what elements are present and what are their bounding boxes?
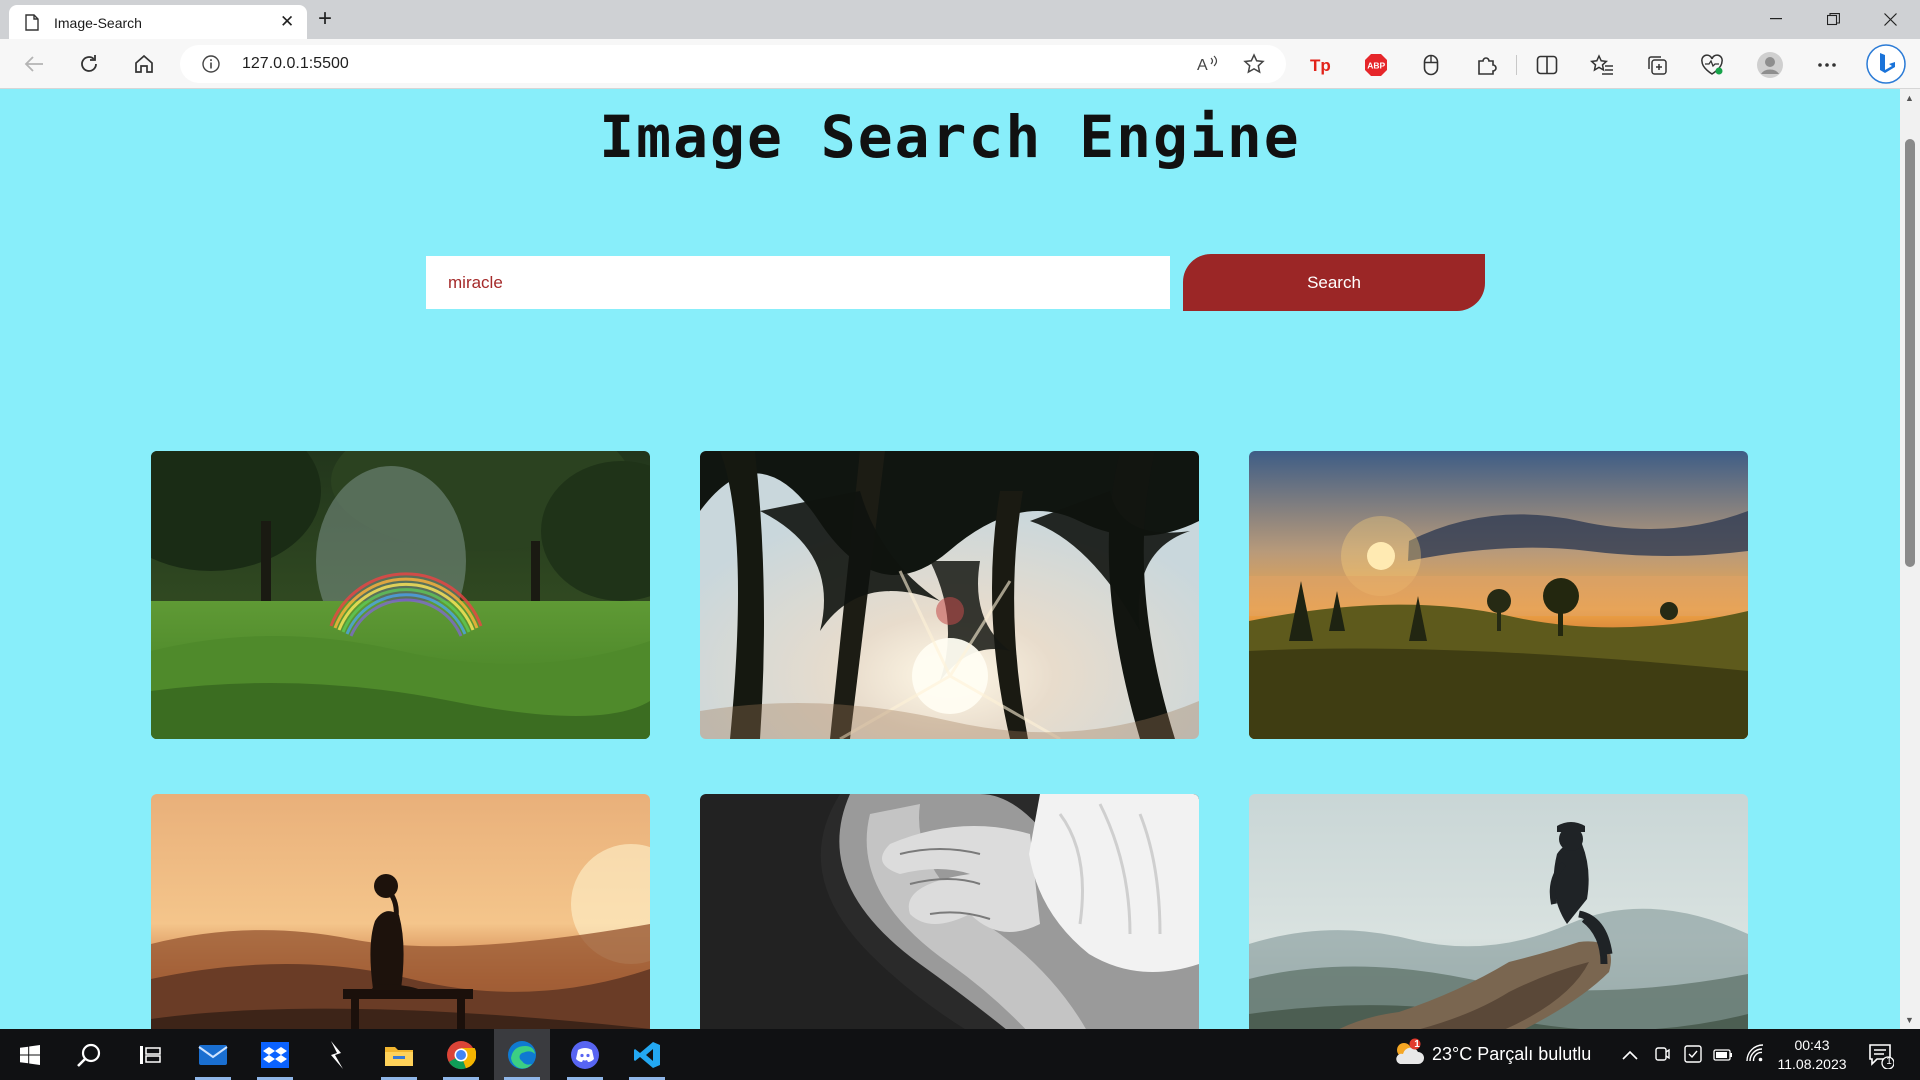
browser-tab[interactable]: Image-Search ✕ xyxy=(9,5,307,39)
search-button[interactable]: Search xyxy=(1183,254,1485,311)
svg-text:A: A xyxy=(1197,57,1208,73)
security-icon[interactable] xyxy=(1684,1045,1702,1068)
dropbox-app-icon[interactable] xyxy=(247,1029,303,1080)
scroll-up-arrow[interactable]: ▲ xyxy=(1905,93,1914,103)
scroll-down-arrow[interactable]: ▼ xyxy=(1905,1015,1914,1025)
search-input[interactable] xyxy=(426,256,1170,309)
result-image[interactable] xyxy=(1249,794,1748,1029)
show-hidden-icons-chevron-icon[interactable] xyxy=(1622,1047,1638,1065)
tab-title: Image-Search xyxy=(54,15,142,31)
home-button[interactable] xyxy=(131,51,157,77)
profile-avatar[interactable] xyxy=(1755,50,1785,80)
svg-text:Tp: Tp xyxy=(1310,56,1331,75)
task-view-icon[interactable] xyxy=(122,1029,178,1080)
start-button[interactable] xyxy=(2,1029,58,1080)
mouse-extension-icon[interactable] xyxy=(1417,51,1445,79)
split-screen-icon[interactable] xyxy=(1533,51,1561,79)
site-info-icon[interactable] xyxy=(202,55,220,78)
close-window-button[interactable] xyxy=(1880,9,1900,29)
file-explorer-icon[interactable] xyxy=(371,1029,427,1080)
refresh-button[interactable] xyxy=(76,51,102,77)
bing-copilot-icon[interactable] xyxy=(1866,44,1906,84)
result-image[interactable] xyxy=(151,794,650,1029)
page-scrollbar[interactable]: ▲ ▼ xyxy=(1900,89,1920,1029)
url-text: 127.0.0.1:5500 xyxy=(242,55,349,72)
discord-app-icon[interactable] xyxy=(557,1029,613,1080)
system-clock[interactable]: 00:43 11.08.2023 xyxy=(1772,1036,1852,1074)
tab-bar: Image-Search ✕ + xyxy=(0,0,1920,39)
page-viewport: Image Search Engine Search xyxy=(0,89,1900,1029)
page-icon xyxy=(25,14,39,36)
restore-button[interactable] xyxy=(1823,9,1843,29)
favorite-star-icon[interactable] xyxy=(1240,50,1268,78)
extensions-icon[interactable] xyxy=(1472,51,1500,79)
address-bar[interactable]: 127.0.0.1:5500 A xyxy=(180,45,1286,83)
minimize-button[interactable] xyxy=(1766,9,1786,29)
mail-app-icon[interactable] xyxy=(185,1029,241,1080)
taskbar-search-icon[interactable] xyxy=(61,1029,117,1080)
result-image[interactable] xyxy=(151,451,650,739)
edge-app-icon[interactable] xyxy=(494,1029,550,1080)
cursor-app-icon[interactable] xyxy=(308,1029,364,1080)
chrome-app-icon[interactable] xyxy=(433,1029,489,1080)
scrollbar-thumb[interactable] xyxy=(1905,139,1915,567)
clock-date: 11.08.2023 xyxy=(1777,1056,1847,1072)
result-image[interactable] xyxy=(700,794,1199,1029)
browser-essentials-icon[interactable] xyxy=(1698,51,1726,79)
weather-text[interactable]: 23°C Parçalı bulutlu xyxy=(1432,1044,1591,1065)
close-tab-icon[interactable]: ✕ xyxy=(280,13,294,30)
collections-icon[interactable] xyxy=(1643,51,1671,79)
weather-badge: 1 xyxy=(1414,1039,1420,1050)
meet-now-icon[interactable] xyxy=(1654,1045,1670,1068)
result-image[interactable] xyxy=(700,451,1199,739)
back-button[interactable] xyxy=(21,51,47,77)
read-aloud-icon[interactable]: A xyxy=(1194,50,1222,78)
clock-time: 00:43 xyxy=(1794,1037,1830,1053)
taskbar: 1 23°C Parçalı bulutlu 00:43 11.08.2023 … xyxy=(0,1029,1920,1080)
page-title: Image Search Engine xyxy=(599,103,1301,171)
browser-toolbar: 127.0.0.1:5500 A Tp ABP xyxy=(0,39,1920,89)
new-tab-button[interactable]: + xyxy=(318,7,332,31)
vscode-app-icon[interactable] xyxy=(619,1029,675,1080)
toolbar-divider xyxy=(1516,55,1517,75)
battery-icon[interactable] xyxy=(1713,1048,1733,1066)
favorites-icon[interactable] xyxy=(1588,51,1616,79)
wifi-icon[interactable] xyxy=(1745,1044,1765,1067)
tp-extension-icon[interactable]: Tp xyxy=(1307,51,1335,79)
svg-text:ABP: ABP xyxy=(1367,61,1385,71)
notifications-count: 1 xyxy=(1886,1056,1892,1067)
result-image[interactable] xyxy=(1249,451,1748,739)
adblock-plus-icon[interactable]: ABP xyxy=(1362,51,1390,79)
more-options-icon[interactable] xyxy=(1813,51,1841,79)
